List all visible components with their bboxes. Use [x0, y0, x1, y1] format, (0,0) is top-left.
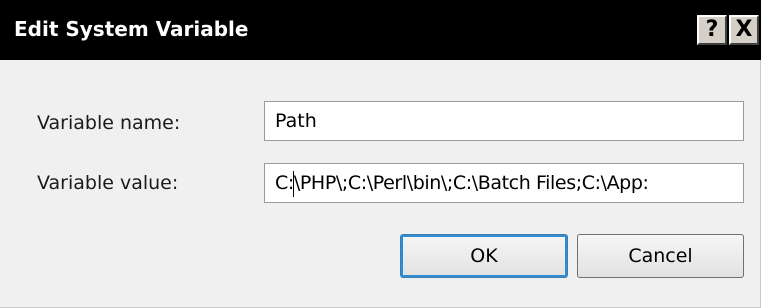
variable-name-field[interactable]: Path — [264, 101, 744, 141]
variable-value-field[interactable]: C:\PHP\;C:\Perl\bin\;C:\Batch Files;C:\A… — [264, 163, 744, 203]
text-caret — [293, 171, 294, 197]
help-icon[interactable]: ? — [697, 15, 727, 45]
variable-value-label: Variable value: — [37, 172, 179, 194]
edit-system-variable-dialog: Edit System Variable ? X Variable name: … — [0, 0, 761, 308]
variable-value-text: C:\PHP\;C:\Perl\bin\;C:\Batch Files;C:\A… — [275, 172, 649, 194]
variable-name-label: Variable name: — [37, 112, 181, 134]
cancel-button[interactable]: Cancel — [577, 234, 744, 278]
title-bar[interactable]: Edit System Variable ? X — [0, 0, 761, 60]
close-icon[interactable]: X — [729, 15, 759, 45]
variable-name-text: Path — [275, 110, 317, 132]
dialog-title: Edit System Variable — [14, 17, 249, 41]
ok-button[interactable]: OK — [400, 234, 568, 278]
